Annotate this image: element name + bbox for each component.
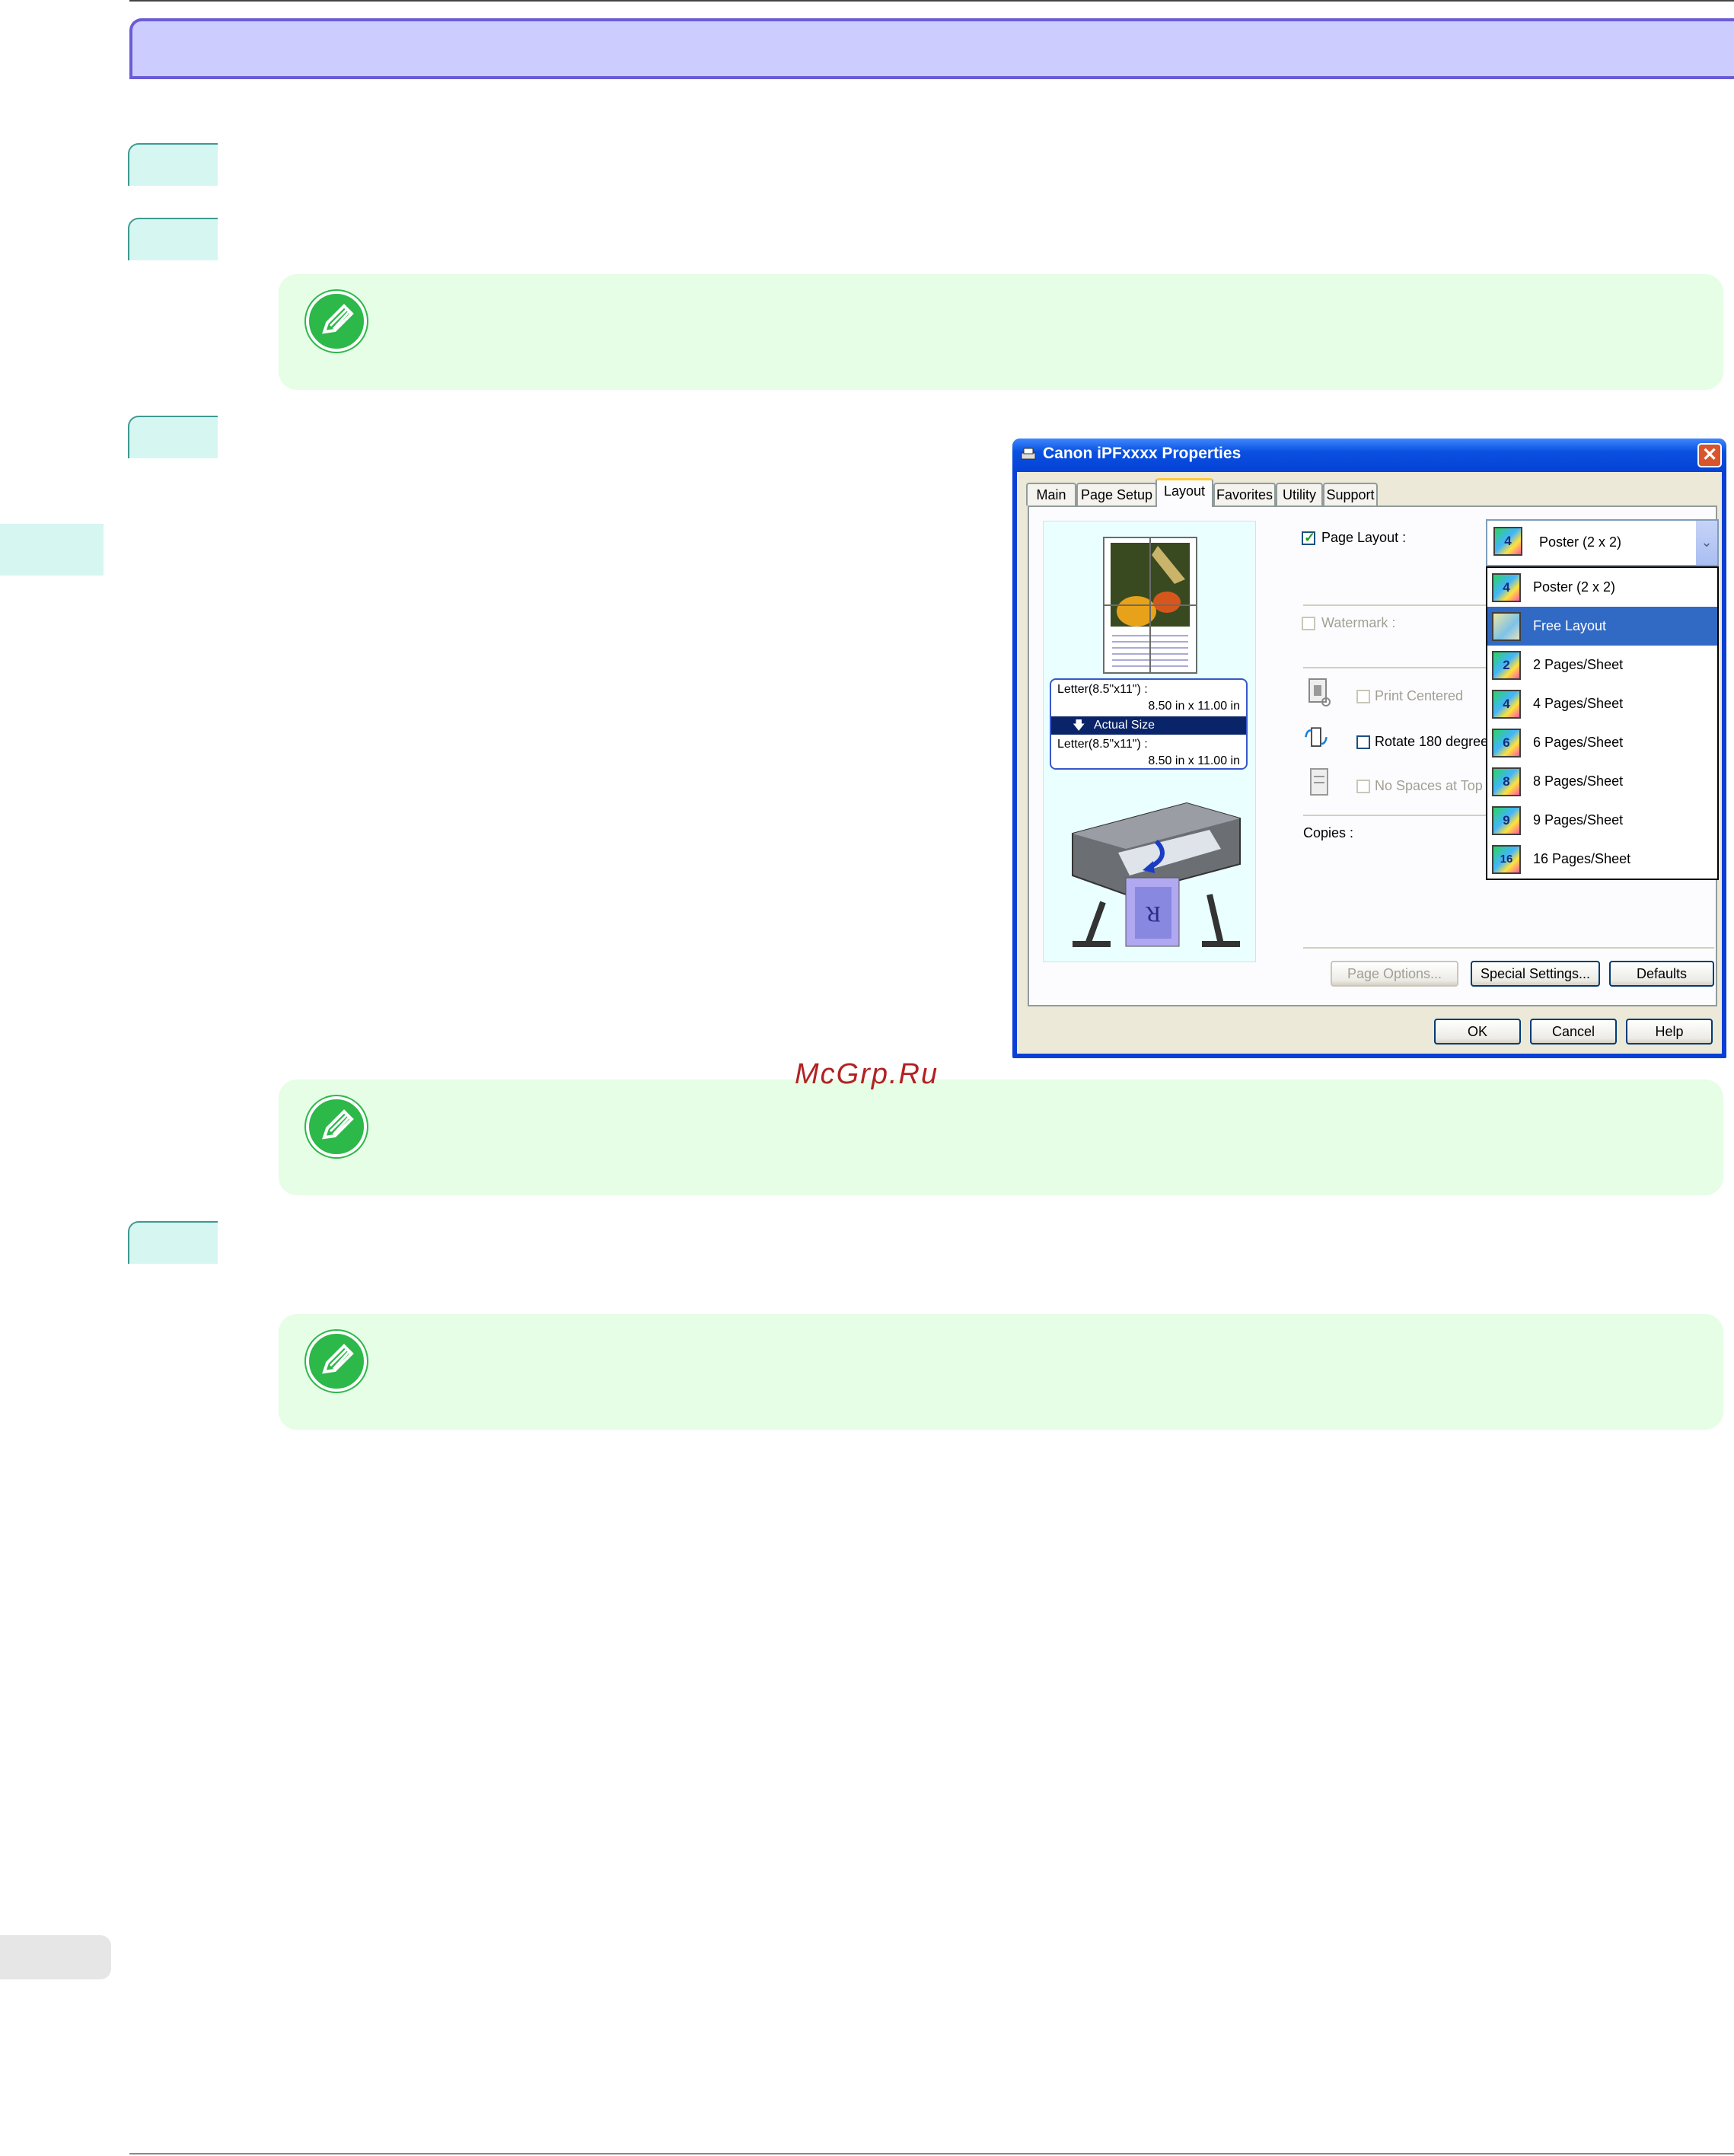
layout-preview: Letter(8.5"x11") : 8.50 in x 11.00 in 🡇 … bbox=[1043, 521, 1256, 962]
defaults-button[interactable]: Defaults bbox=[1609, 961, 1714, 987]
section-title-band bbox=[129, 18, 1734, 79]
chevron-down-icon[interactable]: ⌄ bbox=[1695, 521, 1717, 565]
no-spaces-checkbox[interactable] bbox=[1356, 780, 1370, 793]
rotate-180-checkbox[interactable] bbox=[1356, 735, 1370, 749]
printer-properties-dialog: Canon iPFxxxx Properties ✕ Main Page Set… bbox=[1012, 439, 1726, 1058]
page-options-button[interactable]: Page Options... bbox=[1331, 961, 1458, 987]
dialog-body: Main Page Setup Layout Favorites Utility… bbox=[1017, 472, 1722, 1054]
cancel-button[interactable]: Cancel bbox=[1530, 1019, 1617, 1045]
list-item-4-pages[interactable]: 4 4 Pages/Sheet bbox=[1487, 684, 1717, 723]
list-item-9-pages[interactable]: 9 9 Pages/Sheet bbox=[1487, 801, 1717, 840]
list-item-16-pages[interactable]: 16 16 Pages/Sheet bbox=[1487, 840, 1717, 879]
watermark-checkbox[interactable] bbox=[1302, 617, 1315, 630]
print-centered-checkbox[interactable] bbox=[1356, 690, 1370, 703]
pencil-note-icon bbox=[306, 1096, 367, 1157]
actual-size-label: Actual Size bbox=[1094, 719, 1155, 732]
free-layout-icon bbox=[1492, 612, 1521, 641]
tab-support[interactable]: Support bbox=[1323, 483, 1378, 506]
poster-layout-icon: 4 bbox=[1492, 573, 1521, 602]
down-arrow-icon: 🡇 bbox=[1073, 719, 1085, 732]
list-item-label: 9 Pages/Sheet bbox=[1533, 812, 1624, 828]
page-layout-checkbox[interactable]: ✓ bbox=[1302, 530, 1316, 545]
printer-illustration: R bbox=[1072, 802, 1241, 947]
dialog-title: Canon iPFxxxx Properties bbox=[1043, 445, 1242, 462]
check-icon: ✓ bbox=[1304, 530, 1316, 545]
tab-main[interactable]: Main bbox=[1026, 483, 1076, 506]
list-item-label: Poster (2 x 2) bbox=[1533, 579, 1616, 595]
pencil-note-icon bbox=[306, 291, 367, 352]
tab-page-setup[interactable]: Page Setup bbox=[1076, 483, 1157, 506]
watermark-label: Watermark : bbox=[1321, 615, 1396, 630]
list-item-8-pages[interactable]: 8 8 Pages/Sheet bbox=[1487, 762, 1717, 801]
close-button[interactable]: ✕ bbox=[1697, 443, 1722, 467]
list-item-label: Free Layout bbox=[1533, 618, 1607, 633]
output-size-label: Letter(8.5"x11") : bbox=[1057, 738, 1148, 751]
paper-size-info: Letter(8.5"x11") : 8.50 in x 11.00 in 🡇 … bbox=[1050, 678, 1248, 770]
step-tab-4 bbox=[128, 1221, 218, 1264]
two-pages-icon: 2 bbox=[1492, 651, 1521, 680]
list-item-label: 6 Pages/Sheet bbox=[1533, 735, 1624, 750]
rotate-180-label: Rotate 180 degree bbox=[1375, 734, 1489, 749]
note-box-2 bbox=[279, 1080, 1723, 1195]
separator bbox=[1303, 667, 1486, 668]
six-pages-icon: 6 bbox=[1492, 729, 1521, 757]
site-watermark: McGrp.Ru bbox=[795, 1058, 939, 1090]
note-box-1 bbox=[279, 274, 1723, 390]
tab-utility[interactable]: Utility bbox=[1276, 483, 1323, 506]
tab-favorites[interactable]: Favorites bbox=[1213, 483, 1276, 506]
help-button[interactable]: Help bbox=[1626, 1019, 1713, 1045]
poster-layout-icon: 4 bbox=[1493, 527, 1522, 556]
svg-text:R: R bbox=[1146, 901, 1161, 927]
page-layout-selected-value: Poster (2 x 2) bbox=[1539, 534, 1622, 550]
separator bbox=[1303, 604, 1486, 606]
page-layout-select[interactable]: 4 Poster (2 x 2) ⌄ bbox=[1486, 519, 1719, 566]
four-pages-icon: 4 bbox=[1492, 690, 1521, 719]
poster-preview-image bbox=[1103, 537, 1197, 674]
page-layout-label: Page Layout : bbox=[1321, 530, 1407, 545]
step-tab-3 bbox=[128, 416, 218, 458]
tab-layout[interactable]: Layout bbox=[1155, 478, 1213, 507]
separator bbox=[1303, 947, 1714, 949]
page-layout-dropdown-list: 4 Poster (2 x 2) Free Layout 2 2 Pages/S… bbox=[1486, 566, 1719, 880]
ok-button[interactable]: OK bbox=[1434, 1019, 1521, 1045]
sixteen-pages-icon: 16 bbox=[1492, 845, 1521, 874]
no-spaces-icon bbox=[1310, 768, 1328, 796]
list-item-6-pages[interactable]: 6 6 Pages/Sheet bbox=[1487, 723, 1717, 762]
list-item-2-pages[interactable]: 2 2 Pages/Sheet bbox=[1487, 646, 1717, 684]
print-centered-label: Print Centered bbox=[1375, 688, 1464, 703]
source-size-value: 8.50 in x 11.00 in bbox=[1148, 700, 1240, 713]
top-rule bbox=[129, 0, 1734, 2]
list-item-label: 4 Pages/Sheet bbox=[1533, 696, 1624, 711]
actual-size-bar: 🡇 Actual Size bbox=[1051, 716, 1246, 735]
step-tab-2 bbox=[128, 218, 218, 260]
output-size-value: 8.50 in x 11.00 in bbox=[1148, 754, 1240, 767]
print-centered-icon bbox=[1308, 678, 1331, 706]
list-item-label: 16 Pages/Sheet bbox=[1533, 851, 1631, 866]
bottom-rule bbox=[129, 2153, 1734, 2154]
rotate-icon bbox=[1305, 727, 1328, 747]
copies-label: Copies : bbox=[1303, 825, 1354, 840]
separator bbox=[1303, 815, 1486, 816]
source-size-label: Letter(8.5"x11") : bbox=[1057, 683, 1148, 696]
list-item-poster-2x2[interactable]: 4 Poster (2 x 2) bbox=[1487, 568, 1717, 607]
list-item-label: 8 Pages/Sheet bbox=[1533, 773, 1624, 789]
nine-pages-icon: 9 bbox=[1492, 806, 1521, 835]
layout-tab-panel: Letter(8.5"x11") : 8.50 in x 11.00 in 🡇 … bbox=[1028, 506, 1719, 1006]
page-number-tab bbox=[0, 1935, 111, 1979]
dialog-title-bar[interactable]: Canon iPFxxxx Properties ✕ bbox=[1012, 439, 1726, 472]
no-spaces-label: No Spaces at Top bbox=[1375, 778, 1483, 793]
list-item-free-layout[interactable]: Free Layout bbox=[1487, 607, 1717, 646]
chapter-side-tab bbox=[0, 524, 104, 576]
note-box-3 bbox=[279, 1314, 1723, 1430]
eight-pages-icon: 8 bbox=[1492, 767, 1521, 796]
printer-icon bbox=[1021, 448, 1036, 460]
special-settings-button[interactable]: Special Settings... bbox=[1471, 961, 1600, 987]
step-tab-1 bbox=[128, 143, 218, 186]
list-item-label: 2 Pages/Sheet bbox=[1533, 657, 1624, 672]
pencil-note-icon bbox=[306, 1331, 367, 1392]
